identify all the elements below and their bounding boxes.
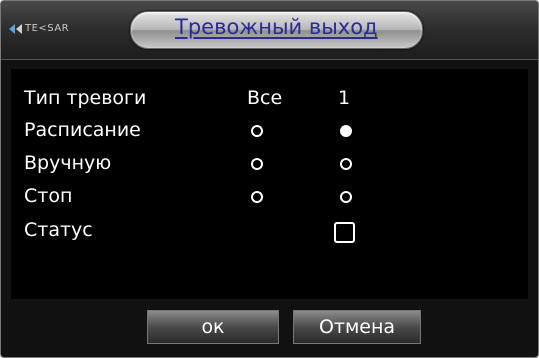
stop-all-radio[interactable] xyxy=(251,191,263,203)
manual-all-radio[interactable] xyxy=(251,158,263,170)
stop-channel-1-radio[interactable] xyxy=(340,191,352,203)
row-label-stop: Стоп xyxy=(24,185,73,207)
row-label-manual: Вручную xyxy=(24,152,112,174)
title-bar: TE<SAR Тревожный выход xyxy=(1,1,538,60)
manual-channel-1-radio[interactable] xyxy=(340,158,352,170)
column-channel-1-label: 1 xyxy=(338,87,351,109)
alarm-output-dialog: TE<SAR Тревожный выход Тип тревоги Все 1… xyxy=(0,0,539,358)
row-label-status: Статус xyxy=(24,219,93,241)
logo-text: TE<SAR xyxy=(25,23,70,34)
schedule-channel-1-radio[interactable] xyxy=(340,125,352,137)
alarm-type-label: Тип тревоги xyxy=(24,87,147,109)
cancel-button-label: Отмена xyxy=(318,316,396,338)
brand-logo: TE<SAR xyxy=(9,23,69,34)
logo-arrow-icon xyxy=(9,23,22,34)
ok-button-label: ок xyxy=(201,316,225,338)
status-checkbox[interactable] xyxy=(334,222,355,243)
dialog-title: Тревожный выход xyxy=(175,15,378,39)
row-label-schedule: Расписание xyxy=(24,119,141,141)
column-all-label: Все xyxy=(247,87,283,109)
schedule-all-radio[interactable] xyxy=(251,125,263,137)
ok-button[interactable]: ок xyxy=(147,310,279,344)
cancel-button[interactable]: Отмена xyxy=(293,310,421,344)
